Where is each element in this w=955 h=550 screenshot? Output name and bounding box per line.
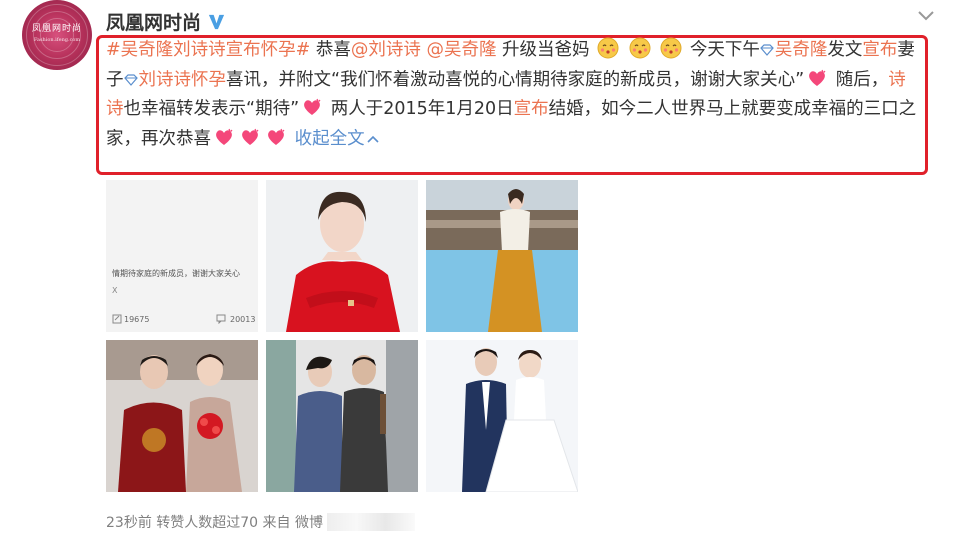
collapse-link[interactable]: 收起全文 (295, 129, 379, 149)
post-text-segment: 升级当爸妈 (496, 40, 590, 60)
post-meta-text: 23秒前 转赞人数超过70 来自 微博 (106, 515, 323, 531)
post-footer: 23秒前 转赞人数超过70 来自 微博 (106, 512, 415, 532)
post-text-segment: 随后， (830, 69, 889, 90)
photo-thumbnail-poolside[interactable] (426, 180, 578, 332)
diamond-icon (123, 73, 138, 86)
photo-thumbnail-red-jacket[interactable] (266, 180, 418, 332)
heart-emoji-icon (216, 128, 233, 145)
screenshot-caption: 情期待家庭的新成员，谢谢大家关心 (112, 269, 240, 278)
photo-thumbnail-traditional-wedding[interactable] (106, 340, 258, 492)
avatar[interactable]: 凤凰网时尚 Fashion.ifeng.com (22, 0, 92, 70)
repost-count: 19675 (124, 315, 150, 324)
heart-emoji-icon (304, 98, 321, 115)
kiss-face-emoji-icon (629, 37, 651, 59)
diamond-icon (760, 44, 774, 56)
heart-emoji-icon (268, 128, 285, 145)
avatar-logo-text: 凤凰网时尚 Fashion.ifeng.com (31, 24, 82, 43)
chevron-up-icon (367, 135, 379, 143)
keyword-link[interactable]: 宣布 (862, 40, 897, 60)
mention-link[interactable]: @吴奇隆 (426, 40, 496, 60)
post-text-segment: 两人于2015年1月20日 (325, 99, 514, 119)
heart-emoji-icon (242, 128, 259, 145)
post-text-segment: 喜讯，并附文“我们怀着激动喜悦的心情期待家庭的新成员，谢谢大家关心” (226, 69, 805, 90)
topic-link[interactable]: 刘诗诗怀孕 (139, 70, 227, 90)
post-text-segment: 也幸福转发表示“期待” (123, 99, 300, 119)
collapse-label[interactable]: 收起全文 (295, 129, 365, 149)
kiss-face-emoji-icon (660, 37, 682, 59)
keyword-link[interactable]: 吴奇隆 (775, 40, 828, 60)
comment-count: 20013 (230, 315, 256, 324)
mention-link[interactable]: @刘诗诗 (351, 40, 421, 60)
photo-poolside-image (426, 180, 578, 332)
post-text-segment: 发文 (827, 40, 863, 60)
post-text-segment: 恭喜 (310, 40, 351, 60)
kiss-face-emoji-icon (597, 37, 619, 59)
photo-thumbnail-western-wedding[interactable] (426, 340, 578, 492)
comment-icon (216, 314, 226, 324)
chevron-down-icon[interactable] (915, 4, 937, 26)
heart-emoji-icon (809, 69, 826, 86)
post-text: #吴奇隆刘诗诗宣布怀孕# 恭喜@刘诗诗 @吴奇隆 升级当爸妈 今天下午 吴奇隆发文… (106, 36, 921, 154)
post-text-segment: 今天下午 (689, 40, 760, 60)
photo-western-wedding-image (426, 340, 578, 492)
photo-red-jacket-image (266, 180, 418, 332)
keyword-link[interactable]: 宣布 (514, 99, 549, 119)
account-name-text[interactable]: 凤凰网时尚 (106, 8, 201, 35)
photo-couple-walking-image (266, 340, 418, 492)
photo-thumbnail-couple-walking[interactable] (266, 340, 418, 492)
screenshot-x-label: X (112, 286, 118, 295)
repost-icon (112, 314, 122, 324)
hashtag-link[interactable]: #吴奇隆刘诗诗宣布怀孕# (106, 40, 310, 60)
photo-thumbnail-screenshot[interactable]: 情期待家庭的新成员，谢谢大家关心 X 19675 20013 (106, 180, 258, 332)
blurred-source (326, 513, 415, 531)
verified-icon (208, 14, 225, 30)
photo-traditional-wedding-image (106, 340, 258, 492)
account-name[interactable]: 凤凰网时尚 (106, 8, 226, 35)
